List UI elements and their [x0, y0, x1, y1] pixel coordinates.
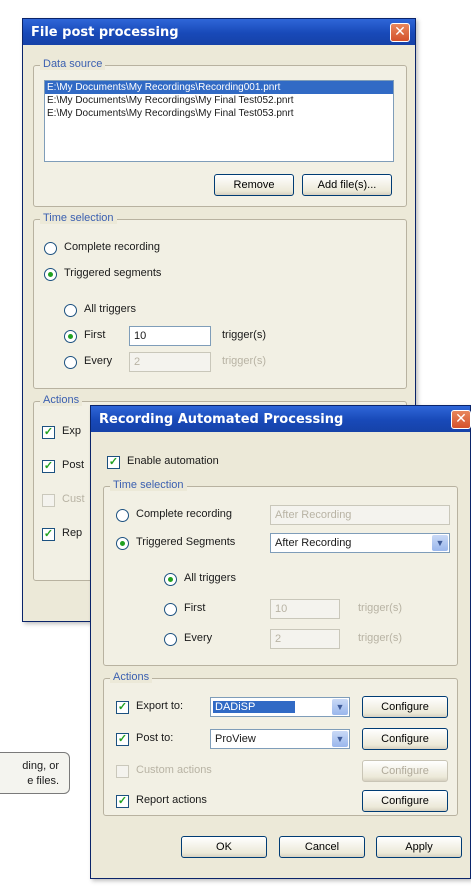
- custom-actions-label: Custom actions: [136, 764, 212, 776]
- custom-label: Cust: [62, 493, 85, 505]
- export-configure-button[interactable]: Configure: [362, 696, 448, 718]
- first-unit-label: trigger(s): [358, 602, 403, 614]
- post-configure-button[interactable]: Configure: [362, 728, 448, 750]
- file-list[interactable]: E:\My Documents\My Recordings\Recording0…: [44, 80, 394, 162]
- export-checkbox[interactable]: ✓: [42, 426, 55, 439]
- custom-configure-button[interactable]: Configure: [362, 760, 448, 782]
- actions-group: Actions ✓ Export to: DADiSP ▼ Configure …: [103, 671, 458, 816]
- post-target-select[interactable]: ProView ▼: [210, 729, 350, 749]
- first-unit-label: trigger(s): [222, 329, 267, 341]
- every-label: Every: [84, 355, 113, 367]
- apply-button[interactable]: Apply: [376, 836, 462, 858]
- enable-automation-checkbox[interactable]: ✓: [107, 456, 120, 469]
- first-label: First: [184, 602, 206, 614]
- first-radio[interactable]: [164, 603, 177, 616]
- chevron-down-icon[interactable]: ▼: [332, 699, 348, 715]
- complete-recording-label: Complete recording: [64, 241, 160, 253]
- ok-button[interactable]: OK: [181, 836, 267, 858]
- data-source-legend: Data source: [40, 58, 106, 70]
- enable-automation-label: Enable automation: [127, 455, 219, 467]
- export-target-select[interactable]: DADiSP ▼: [210, 697, 350, 717]
- tooltip-line-1: ding, or: [22, 760, 59, 772]
- file-list-item[interactable]: E:\My Documents\My Recordings\Recording0…: [45, 81, 393, 94]
- report-configure-button[interactable]: Configure: [362, 790, 448, 812]
- complete-recording-when-field[interactable]: After Recording: [270, 505, 450, 525]
- first-count-input[interactable]: 10: [270, 599, 340, 619]
- every-unit-label: trigger(s): [222, 355, 267, 367]
- post-label: Post: [62, 459, 85, 471]
- all-triggers-radio[interactable]: [64, 304, 77, 317]
- cancel-button[interactable]: Cancel: [279, 836, 365, 858]
- time-selection-legend: Time selection: [40, 212, 117, 224]
- chevron-down-icon[interactable]: ▼: [332, 731, 348, 747]
- dialog-title: Recording Automated Processing: [99, 412, 344, 427]
- post-checkbox[interactable]: ✓: [42, 460, 55, 473]
- dialog-titlebar: Recording Automated Processing ✕: [91, 406, 471, 432]
- all-triggers-label: All triggers: [184, 572, 236, 584]
- dialog-titlebar: File post processing ✕: [23, 19, 415, 45]
- time-selection-group: Time selection Complete recording After …: [103, 479, 458, 666]
- triggered-segments-label: Triggered Segments: [136, 536, 236, 548]
- time-selection-group: Time selection Complete recording Trigge…: [33, 212, 407, 389]
- complete-recording-label: Complete recording: [136, 508, 232, 520]
- every-count-input[interactable]: 2: [270, 629, 340, 649]
- post-label: Post to:: [136, 732, 174, 744]
- close-icon[interactable]: ✕: [390, 23, 410, 42]
- chevron-down-icon[interactable]: ▼: [432, 535, 448, 551]
- add-files-button[interactable]: Add file(s)...: [302, 174, 392, 196]
- actions-legend: Actions: [110, 671, 153, 683]
- triggered-when-select[interactable]: After Recording ▼: [270, 533, 450, 553]
- complete-recording-radio[interactable]: [44, 242, 57, 255]
- export-target-value: DADiSP: [213, 701, 296, 713]
- report-label: Rep: [62, 527, 83, 539]
- post-target-value: ProView: [215, 733, 256, 745]
- time-selection-legend: Time selection: [110, 479, 187, 491]
- close-icon[interactable]: ✕: [451, 410, 471, 429]
- every-radio[interactable]: [164, 633, 177, 646]
- triggered-when-value: After Recording: [275, 537, 352, 549]
- recording-automated-processing-dialog: Recording Automated Processing ✕ ✓ Enabl…: [90, 405, 471, 879]
- custom-checkbox[interactable]: [42, 494, 55, 507]
- file-list-item[interactable]: E:\My Documents\My Recordings\My Final T…: [45, 107, 393, 120]
- first-radio[interactable]: [64, 330, 77, 343]
- first-label: First: [84, 329, 106, 341]
- all-triggers-radio[interactable]: [164, 573, 177, 586]
- post-checkbox[interactable]: ✓: [116, 733, 129, 746]
- tooltip-line-2: e files.: [27, 775, 59, 787]
- complete-recording-radio[interactable]: [116, 509, 129, 522]
- dialog-title: File post processing: [31, 25, 179, 40]
- every-label: Every: [184, 632, 213, 644]
- all-triggers-label: All triggers: [84, 303, 136, 315]
- report-actions-checkbox[interactable]: ✓: [116, 795, 129, 808]
- triggered-segments-label: Triggered segments: [64, 267, 162, 279]
- remove-button[interactable]: Remove: [214, 174, 294, 196]
- every-count-input[interactable]: 2: [129, 352, 211, 372]
- export-checkbox[interactable]: ✓: [116, 701, 129, 714]
- actions-legend: Actions: [40, 394, 83, 406]
- triggered-segments-radio[interactable]: [44, 268, 57, 281]
- export-label: Export to:: [136, 700, 184, 712]
- first-count-input[interactable]: 10: [129, 326, 211, 346]
- custom-actions-checkbox[interactable]: [116, 765, 129, 778]
- info-tooltip: ding, or e files.: [0, 752, 70, 794]
- every-unit-label: trigger(s): [358, 632, 403, 644]
- triggered-segments-radio[interactable]: [116, 537, 129, 550]
- data-source-group: Data source E:\My Documents\My Recording…: [33, 58, 407, 207]
- export-label: Exp: [62, 425, 81, 437]
- every-radio[interactable]: [64, 356, 77, 369]
- report-checkbox[interactable]: ✓: [42, 528, 55, 541]
- report-actions-label: Report actions: [136, 794, 207, 806]
- file-list-item[interactable]: E:\My Documents\My Recordings\My Final T…: [45, 94, 393, 107]
